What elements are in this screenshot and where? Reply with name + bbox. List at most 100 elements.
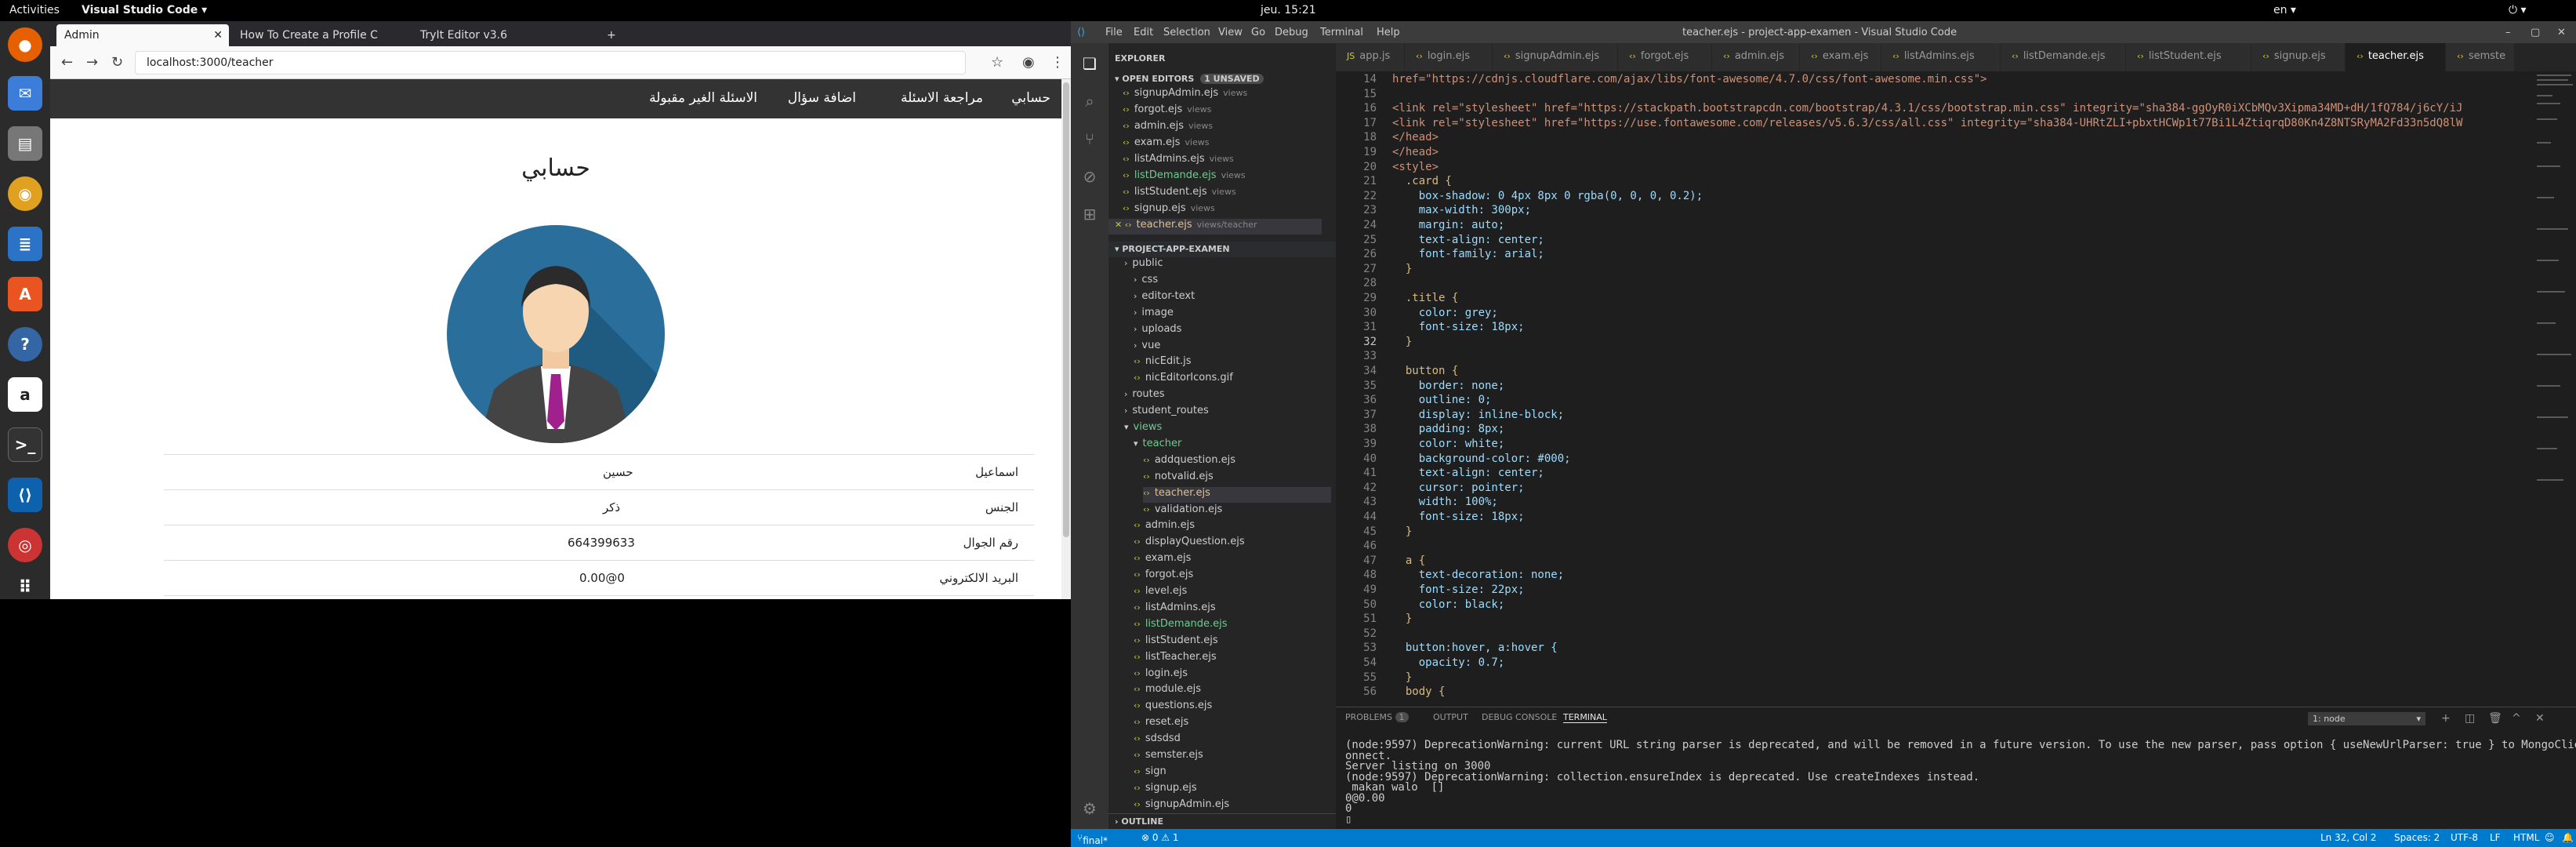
open-editor-item[interactable]: ✕ ‹› teacher.ejs views/teacher <box>1108 219 1322 234</box>
open-editor-item[interactable]: ‹› listAdmins.ejs views <box>1123 153 1234 169</box>
tree-item[interactable]: ‹› semster.ejs <box>1134 749 1203 765</box>
editor-tab[interactable]: ‹› listDemande.ejs <box>2001 43 2126 71</box>
explorer-icon[interactable]: ❏ <box>1080 54 1099 73</box>
editor-tab[interactable]: ‹› listStudent.ejs <box>2126 43 2251 71</box>
back-icon[interactable]: ← <box>61 54 73 71</box>
chrome-icon[interactable]: ◎ <box>8 528 42 562</box>
tab-problems[interactable]: PROBLEMS 1 <box>1345 712 1409 722</box>
tree-item[interactable]: ‹› module.ejs <box>1134 683 1201 699</box>
tree-item[interactable]: ▾ teacher <box>1134 438 1181 453</box>
tree-item[interactable]: ‹› listTeacher.ejs <box>1134 651 1217 667</box>
source-control-icon[interactable]: ⑂ <box>1080 129 1099 148</box>
menu-help[interactable]: Help <box>1377 27 1400 38</box>
forward-icon[interactable]: → <box>86 54 98 71</box>
menu-selection[interactable]: Selection <box>1163 27 1210 38</box>
open-editor-item[interactable]: ‹› listStudent.ejs views <box>1123 186 1236 202</box>
split-terminal-icon[interactable]: ◫ <box>2465 712 2475 725</box>
tree-item[interactable]: ‹› listStudent.ejs <box>1134 634 1218 650</box>
tree-item[interactable]: ‹› level.ejs <box>1134 585 1187 601</box>
tree-item[interactable]: ‹› validation.ejs <box>1143 503 1222 519</box>
tree-item[interactable]: ‹› sdsdsd <box>1134 732 1181 748</box>
tab-terminal[interactable]: TERMINAL <box>1563 712 1607 723</box>
tree-item[interactable]: ‹› sign <box>1134 765 1166 781</box>
browser-tab-tryit[interactable]: TryIt Editor v3.6 <box>412 24 590 46</box>
bookmark-icon[interactable]: ☆ <box>991 54 1003 71</box>
menu-go[interactable]: Go <box>1251 27 1265 38</box>
menu-edit[interactable]: Edit <box>1134 27 1153 38</box>
indentation[interactable]: Spaces: 2 <box>2394 832 2440 843</box>
open-editor-item[interactable]: ‹› forgot.ejs views <box>1123 104 1211 119</box>
tree-item[interactable]: › vue <box>1134 340 1160 355</box>
open-editor-item[interactable]: ‹› listDemande.ejs views <box>1123 169 1246 185</box>
url-bar[interactable]: localhost:3000/teacher <box>135 51 966 75</box>
close-icon[interactable]: ✕ <box>213 29 223 42</box>
tree-item[interactable]: ‹› questions.ejs <box>1134 700 1212 715</box>
tree-item[interactable]: ‹› forgot.ejs <box>1134 569 1193 584</box>
tree-item[interactable]: › image <box>1134 307 1174 322</box>
tree-item[interactable]: ‹› signup.ejs <box>1134 782 1197 798</box>
cursor-position[interactable]: Ln 32, Col 2 <box>2320 832 2377 843</box>
scroll-thumb[interactable] <box>1063 82 1069 537</box>
writer-icon[interactable]: ≣ <box>8 227 42 261</box>
close-panel-icon[interactable]: ✕ <box>2535 712 2545 725</box>
tree-item[interactable]: ‹› admin.ejs <box>1134 519 1195 535</box>
help-icon[interactable]: ? <box>8 327 42 362</box>
nav-review-questions[interactable]: مراجعة الاسئلة <box>901 90 983 106</box>
menu-view[interactable]: View <box>1218 27 1243 38</box>
code-editor[interactable]: 14 href="https://cdnjs.cloudflare.com/aja… <box>1336 71 2534 707</box>
reload-icon[interactable]: ↻ <box>111 54 123 71</box>
bell-icon[interactable]: 🔔 <box>2562 832 2574 843</box>
tree-item[interactable]: › uploads <box>1134 323 1181 339</box>
files-icon[interactable]: ▤ <box>8 126 42 161</box>
maximize-icon[interactable]: ▢ <box>2531 27 2540 38</box>
terminal-select[interactable]: 1: node ▾ <box>2308 712 2425 725</box>
nav-my-account[interactable]: حسابي <box>1011 90 1050 106</box>
tree-item[interactable]: ‹› nicEdit.js <box>1134 355 1192 371</box>
nav-rejected-questions[interactable]: الاسئلة الغير مقبولة <box>649 90 757 106</box>
menu-file[interactable]: File <box>1105 27 1123 38</box>
branch-indicator[interactable]: ⑂ final* <box>1077 832 1108 846</box>
tree-item[interactable]: ‹› exam.ejs <box>1134 552 1191 568</box>
tree-item[interactable]: ‹› reset.ejs <box>1134 716 1188 732</box>
tree-item[interactable]: ▾ views <box>1124 421 1162 437</box>
open-editors-section[interactable]: ▾ OPEN EDITORS 1 UNSAVED <box>1108 71 1336 87</box>
search-icon[interactable]: ⌕ <box>1080 92 1099 111</box>
page-scrollbar[interactable] <box>1061 79 1071 599</box>
tab-debug-console[interactable]: DEBUG CONSOLE <box>1482 712 1557 722</box>
close-icon[interactable]: ✕ <box>2557 27 2566 38</box>
account-icon[interactable]: ◉ <box>1022 54 1035 71</box>
feedback-icon[interactable]: ☺ <box>2545 832 2555 843</box>
activities-button[interactable]: Activities <box>9 4 60 16</box>
trash-icon[interactable]: 🗑 <box>2488 712 2502 725</box>
tab-output[interactable]: OUTPUT <box>1433 712 1468 722</box>
encoding[interactable]: UTF-8 <box>2451 832 2478 843</box>
tree-item[interactable]: ‹› addquestion.ejs <box>1143 454 1235 470</box>
problems-indicator[interactable]: ⊗ 0 ⚠ 1 <box>1141 832 1179 843</box>
menu-debug[interactable]: Debug <box>1275 27 1308 38</box>
tree-item[interactable]: ‹› notvalid.ejs <box>1143 471 1214 486</box>
rhythmbox-icon[interactable]: ◉ <box>8 176 42 211</box>
minimap[interactable] <box>2534 71 2576 707</box>
language-indicator[interactable]: en ▾ <box>2273 4 2296 16</box>
tree-item[interactable]: ‹› listAdmins.ejs <box>1134 602 1216 617</box>
tree-item[interactable]: ‹› listDemande.ejs <box>1134 618 1228 634</box>
amazon-icon[interactable]: a <box>8 377 42 412</box>
editor-tab[interactable]: ‹› login.ejs <box>1405 43 1493 71</box>
editor-tab[interactable]: JS app.js <box>1336 43 1405 71</box>
tree-item[interactable]: ‹› displayQuestion.ejs <box>1134 536 1245 551</box>
project-section[interactable]: ▾ PROJECT-APP-EXAMEN <box>1108 242 1336 257</box>
system-tray-icon[interactable]: ⏻ ▾ <box>2509 4 2527 16</box>
outline-section[interactable]: › OUTLINE <box>1108 813 1336 829</box>
editor-tab[interactable]: ‹› forgot.ejs <box>1618 43 1712 71</box>
add-terminal-icon[interactable]: + <box>2441 712 2451 725</box>
eol[interactable]: LF <box>2490 832 2501 843</box>
menu-terminal[interactable]: Terminal <box>1320 27 1363 38</box>
editor-tab[interactable]: ‹› teacher.ejs <box>2346 43 2446 71</box>
debug-icon[interactable]: ⊘ <box>1080 167 1099 186</box>
menu-icon[interactable]: ⋮ <box>1050 54 1065 71</box>
app-menu[interactable]: Visual Studio Code ▾ <box>82 4 207 16</box>
open-editor-item[interactable]: ‹› exam.ejs views <box>1123 136 1209 152</box>
extensions-icon[interactable]: ⊞ <box>1080 205 1099 224</box>
terminal-icon[interactable]: >_ <box>8 427 42 462</box>
editor-tab[interactable]: ‹› listAdmins.ejs <box>1881 43 2001 71</box>
